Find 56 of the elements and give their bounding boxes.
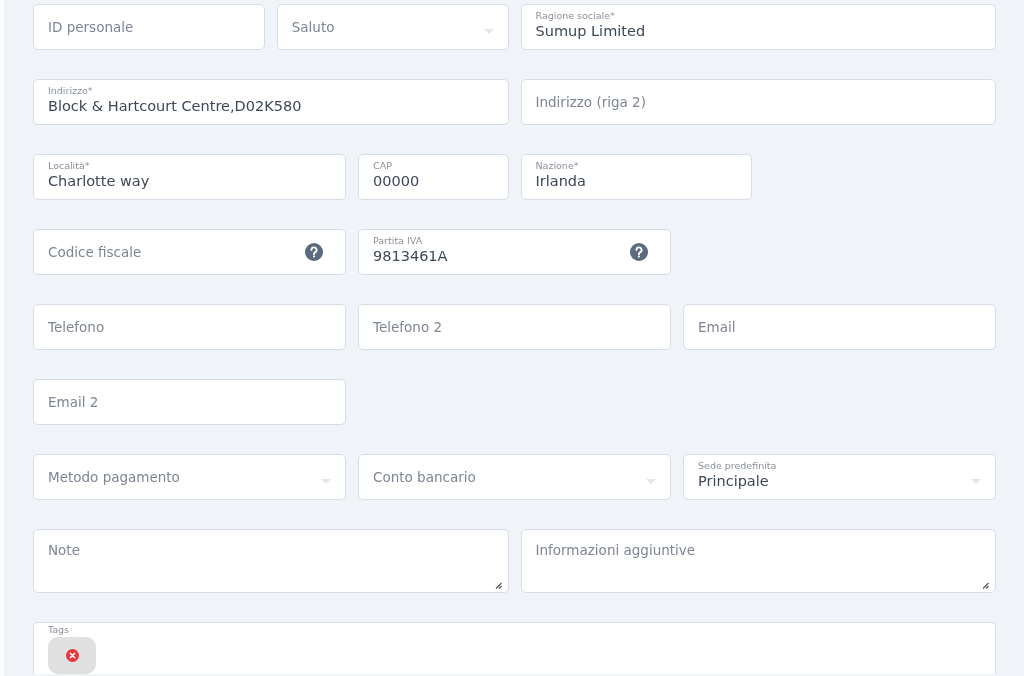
floating-label: Tags <box>48 625 70 636</box>
input-field[interactable]: Località* Charlotte way <box>33 154 346 200</box>
tag-chip[interactable] <box>48 637 96 675</box>
input-field[interactable]: Email 2 <box>48 391 331 413</box>
select-field[interactable]: Conto bancario <box>373 466 656 488</box>
floating-label: Indirizzo* <box>48 85 93 97</box>
input-field[interactable]: Email 2 <box>33 379 346 425</box>
floating-label: Sede predefinita <box>698 460 777 472</box>
input-field[interactable]: Codice fiscale <box>33 229 346 275</box>
text-area[interactable]: Note <box>33 529 509 593</box>
input-field[interactable]: Block & Hartcourt Centre,D02K580 <box>48 96 494 119</box>
input-field[interactable]: Codice fiscale <box>48 241 331 263</box>
input-field[interactable]: Irlanda <box>535 171 738 194</box>
floating-label: Ragione sociale* <box>535 10 615 22</box>
input-field[interactable]: Indirizzo (riga 2) <box>535 91 981 113</box>
caret-icon <box>321 479 331 484</box>
text-area[interactable]: Informazioni aggiuntive <box>535 540 981 580</box>
help-icon[interactable] <box>305 243 323 261</box>
select-field[interactable]: Conto bancario <box>358 454 671 500</box>
caret-icon <box>483 29 494 34</box>
input-field[interactable]: Partita IVA 9813461A <box>358 229 671 275</box>
input-field[interactable]: Indirizzo (riga 2) <box>520 79 996 125</box>
help-icon[interactable] <box>630 243 648 261</box>
input-field[interactable]: Telefono 2 <box>373 316 656 338</box>
resize-handle-icon[interactable] <box>494 582 502 589</box>
text-area[interactable]: Informazioni aggiuntive <box>520 529 996 593</box>
text-area[interactable]: Note <box>48 540 494 580</box>
input-field[interactable]: Indirizzo* Block & Hartcourt Centre,D02K580 <box>33 79 509 125</box>
input-field[interactable]: Telefono 2 <box>358 304 671 350</box>
select-field[interactable]: Metodo pagamento <box>33 454 346 500</box>
input-field[interactable]: Sumup Limited <box>535 21 981 44</box>
input-field[interactable]: 00000 <box>373 171 494 194</box>
input-field[interactable]: CAP 00000 <box>358 154 509 200</box>
caret-icon <box>971 479 981 484</box>
floating-label: Partita IVA <box>373 235 423 247</box>
input-field[interactable]: Nazione* Irlanda <box>520 154 753 200</box>
select-field[interactable]: Saluto <box>276 4 509 50</box>
input-field[interactable]: Telefono <box>33 304 346 350</box>
select-field[interactable]: Metodo pagamento <box>48 466 331 488</box>
select-field[interactable]: Principale <box>698 471 981 494</box>
floating-label: Nazione* <box>535 160 579 172</box>
input-field[interactable]: Email <box>683 304 996 350</box>
input-field[interactable]: ID personale <box>48 16 250 38</box>
input-field[interactable]: Ragione sociale* Sumup Limited <box>520 4 996 50</box>
input-field[interactable]: Telefono <box>48 316 331 338</box>
input-field[interactable]: ID personale <box>33 4 265 50</box>
floating-label: CAP <box>373 160 392 172</box>
input-field[interactable]: Charlotte way <box>48 171 331 194</box>
select-field[interactable]: Sede predefinita Principale <box>683 454 996 500</box>
input-field[interactable]: Email <box>698 316 981 338</box>
caret-icon <box>646 479 656 484</box>
select-field[interactable]: Saluto <box>291 16 494 38</box>
remove-icon[interactable] <box>65 649 79 663</box>
resize-handle-icon[interactable] <box>982 582 989 589</box>
floating-label: Località* <box>48 160 90 172</box>
input-field[interactable]: 9813461A <box>373 246 656 269</box>
